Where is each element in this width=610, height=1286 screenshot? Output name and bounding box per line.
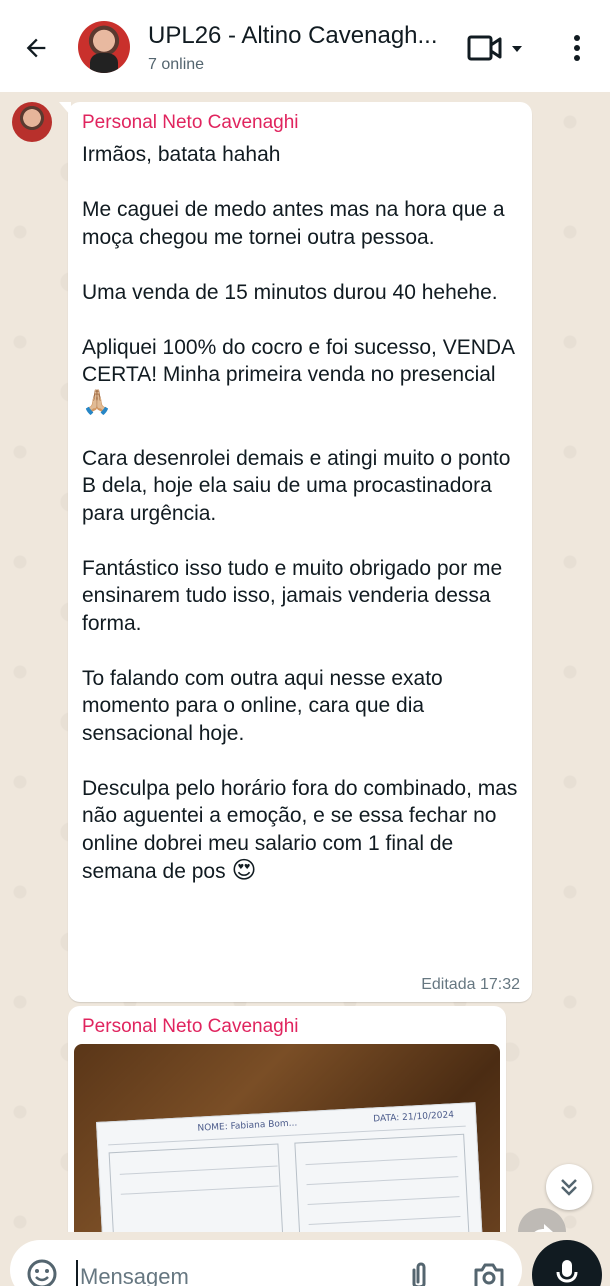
video-call-button[interactable] [466,32,530,64]
group-avatar[interactable] [78,21,130,73]
chat-header: UPL26 - Altino Cavenagh... 7 online [0,0,610,92]
message-paragraph: Desculpa pelo horário fora do combinado,… [82,776,518,884]
sender-name[interactable]: Personal Neto Cavenaghi [82,112,518,134]
heart-eyes-emoji: 😍 [231,856,257,884]
video-call-icon [467,35,522,61]
message-input[interactable] [76,1260,376,1286]
sales-form-paper: NOME: Fabiana Bom... DATA: 21/10/2024 [96,1102,484,1232]
form-date-field: DATA: 21/10/2024 [372,1110,455,1125]
more-vertical-icon [574,35,580,61]
message-meta: Editada 17:32 [421,976,520,994]
message-paragraph: Apliquei 100% do cocro e foi sucesso, VE… [82,335,514,387]
message-paragraph: Fantástico isso tudo e muito obrigado po… [82,556,503,635]
voice-message-button[interactable] [532,1240,602,1286]
double-chevron-down-icon [561,1179,577,1196]
message-text: Irmãos, batata hahah Me caguei de medo a… [82,141,518,886]
camera-button[interactable] [472,1260,506,1286]
message-paragraph: Me caguei de medo antes mas na hora que … [82,198,505,249]
forward-icon [534,1224,553,1232]
attached-photo[interactable]: NOME: Fabiana Bom... DATA: 21/10/2024 [74,1044,500,1232]
sender-avatar[interactable] [12,102,52,142]
message-list[interactable]: Personal Neto Cavenaghi Irmãos, batata h… [0,92,610,1232]
image-message-bubble[interactable]: Personal Neto Cavenaghi NOME: Fabiana Bo… [68,1006,506,1232]
more-options-button[interactable] [562,32,592,64]
online-count: 7 online [148,56,205,73]
camera-icon [474,1263,504,1286]
emoji-sticker-button[interactable] [26,1258,58,1286]
message-time: 17:32 [479,976,520,993]
message-paragraph: Uma venda de 15 minutos durou 40 hehehe. [82,280,498,304]
message-paragraph: Cara desenrolei demais e atingi muito o … [82,446,511,525]
attach-button[interactable] [406,1260,432,1286]
message-composer [10,1240,522,1286]
back-button[interactable] [18,30,54,66]
chat-title-area[interactable]: UPL26 - Altino Cavenagh... 7 online [148,22,448,74]
form-box [108,1143,285,1232]
sender-name[interactable]: Personal Neto Cavenaghi [82,1016,492,1038]
arrow-left-icon [26,38,46,58]
forward-button[interactable] [518,1208,566,1232]
form-name-field: NOME: Fabiana Bom... [197,1118,298,1134]
message-bubble[interactable]: Personal Neto Cavenaghi Irmãos, batata h… [59,102,532,1002]
message-paragraph: To falando com outra aqui nesse exato mo… [82,666,443,745]
scroll-to-bottom-button[interactable] [546,1164,592,1210]
message-paragraph-with-emoji: Desculpa pelo horário fora do combinado,… [82,775,518,886]
message-paragraph-with-emoji: Apliquei 100% do cocro e foi sucesso, VE… [82,334,518,418]
praying-hands-emoji: 🙏🏼 [82,387,112,416]
sticker-smiley-icon [27,1259,57,1286]
microphone-icon [556,1260,578,1283]
message-paragraph: Irmãos, batata hahah [82,143,281,166]
edited-label: Editada [421,976,476,993]
chat-title: UPL26 - Altino Cavenagh... [148,22,438,49]
paperclip-icon [412,1262,426,1286]
